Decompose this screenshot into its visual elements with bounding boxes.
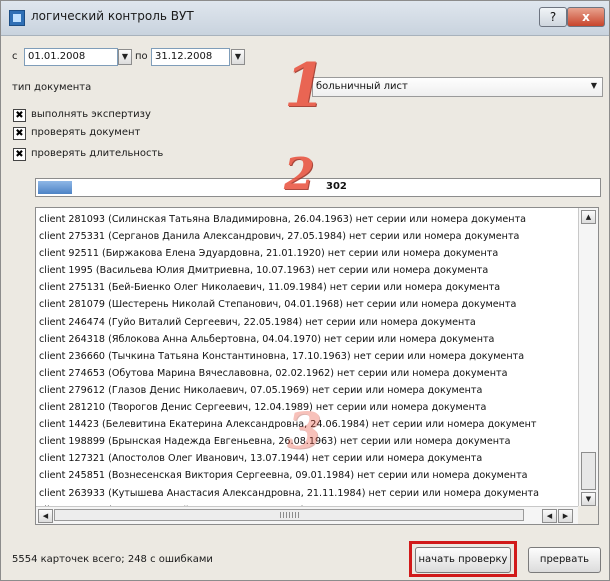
progress-fill xyxy=(38,181,72,194)
highlight-frame xyxy=(409,541,517,577)
close-button[interactable]: x xyxy=(567,7,605,27)
horizontal-scrollbar[interactable]: ◀ ◀ ▶ xyxy=(36,506,578,524)
doc-type-select[interactable]: больничный лист xyxy=(312,77,603,97)
scroll-corner xyxy=(578,506,598,524)
arrow-left-icon: ◀ xyxy=(546,512,553,520)
scroll-left-button-2[interactable]: ◀ xyxy=(542,509,557,523)
scroll-up-button[interactable]: ▲ xyxy=(581,210,596,224)
list-item[interactable]: client 236660 (Тычкина Татьяна Константи… xyxy=(39,348,575,365)
doc-type-dropdown[interactable]: ▼ xyxy=(587,79,601,95)
stop-button[interactable]: прервать xyxy=(528,547,601,573)
list-item[interactable]: client 274653 (Обутова Марина Вячеславов… xyxy=(39,365,575,382)
annotation-1: 1 xyxy=(284,51,326,121)
window-title: логический контроль ВУТ xyxy=(31,9,194,23)
list-item[interactable]: client 246474 (Гуйо Виталий Сергеевич, 2… xyxy=(39,314,575,331)
grip-icon xyxy=(280,512,300,518)
date-to-label: по xyxy=(135,51,148,62)
list-item[interactable]: client 281079 (Шестерень Николай Степано… xyxy=(39,296,575,313)
help-button[interactable]: ? xyxy=(539,7,567,27)
arrow-up-icon: ▲ xyxy=(585,213,592,221)
title-bar[interactable]: логический контроль ВУТ ? x xyxy=(1,1,609,36)
date-from-dropdown[interactable]: ▼ xyxy=(118,49,132,65)
app-icon xyxy=(9,10,25,26)
expertise-label: выполнять экспертизу xyxy=(31,109,151,120)
arrow-left-icon: ◀ xyxy=(42,512,49,520)
chevron-down-icon: ▼ xyxy=(234,52,242,61)
vertical-scrollbar[interactable]: ▲ ▼ xyxy=(578,208,598,508)
results-lines: client 281093 (Силинская Татьяна Владими… xyxy=(39,211,575,519)
arrow-right-icon: ▶ xyxy=(562,512,569,520)
list-item[interactable]: client 275131 (Бей-Биенко Олег Николаеви… xyxy=(39,279,575,296)
vertical-scroll-thumb[interactable] xyxy=(581,452,596,490)
progress-bar: 302 xyxy=(35,178,601,197)
scroll-left-button[interactable]: ◀ xyxy=(38,509,53,523)
chevron-down-icon: ▼ xyxy=(590,81,598,90)
list-item[interactable]: client 279612 (Глазов Денис Николаевич, … xyxy=(39,382,575,399)
scroll-down-button[interactable]: ▼ xyxy=(581,492,596,506)
date-to-dropdown[interactable]: ▼ xyxy=(231,49,245,65)
check-duration-label: проверять длительность xyxy=(31,148,164,159)
list-item[interactable]: client 1995 (Васильева Юлия Дмитриевна, … xyxy=(39,262,575,279)
scroll-right-button[interactable]: ▶ xyxy=(558,509,573,523)
list-item[interactable]: client 263933 (Кутышева Анастасия Алекса… xyxy=(39,485,575,502)
list-item[interactable]: client 264318 (Яблокова Анна Альбертовна… xyxy=(39,331,575,348)
arrow-down-icon: ▼ xyxy=(585,495,592,503)
list-item[interactable]: client 92511 (Биржакова Елена Эдуардовна… xyxy=(39,245,575,262)
progress-text: 302 xyxy=(326,181,347,192)
list-item[interactable]: client 281093 (Силинская Татьяна Владими… xyxy=(39,211,575,228)
date-from-field[interactable]: 01.01.2008 xyxy=(24,48,118,66)
horizontal-scroll-thumb[interactable] xyxy=(54,509,524,521)
date-to-field[interactable]: 31.12.2008 xyxy=(151,48,230,66)
annotation-2: 2 xyxy=(284,149,315,200)
check-duration-checkbox[interactable]: ✖ xyxy=(13,148,26,161)
check-document-label: проверять документ xyxy=(31,127,141,138)
dialog-window: логический контроль ВУТ ? x с 01.01.2008… xyxy=(0,0,610,581)
chevron-down-icon: ▼ xyxy=(121,52,129,61)
check-document-checkbox[interactable]: ✖ xyxy=(13,127,26,140)
list-item[interactable]: client 275331 (Серганов Данила Александр… xyxy=(39,228,575,245)
list-item[interactable]: client 245851 (Вознесенская Виктория Сер… xyxy=(39,467,575,484)
expertise-checkbox[interactable]: ✖ xyxy=(13,109,26,122)
annotation-3: 3 xyxy=(287,401,322,460)
doc-type-label: тип документа xyxy=(12,82,92,93)
date-from-label: с xyxy=(12,51,18,62)
results-list[interactable]: client 281093 (Силинская Татьяна Владими… xyxy=(35,207,599,525)
status-text: 5554 карточек всего; 248 с ошибками xyxy=(12,554,213,565)
